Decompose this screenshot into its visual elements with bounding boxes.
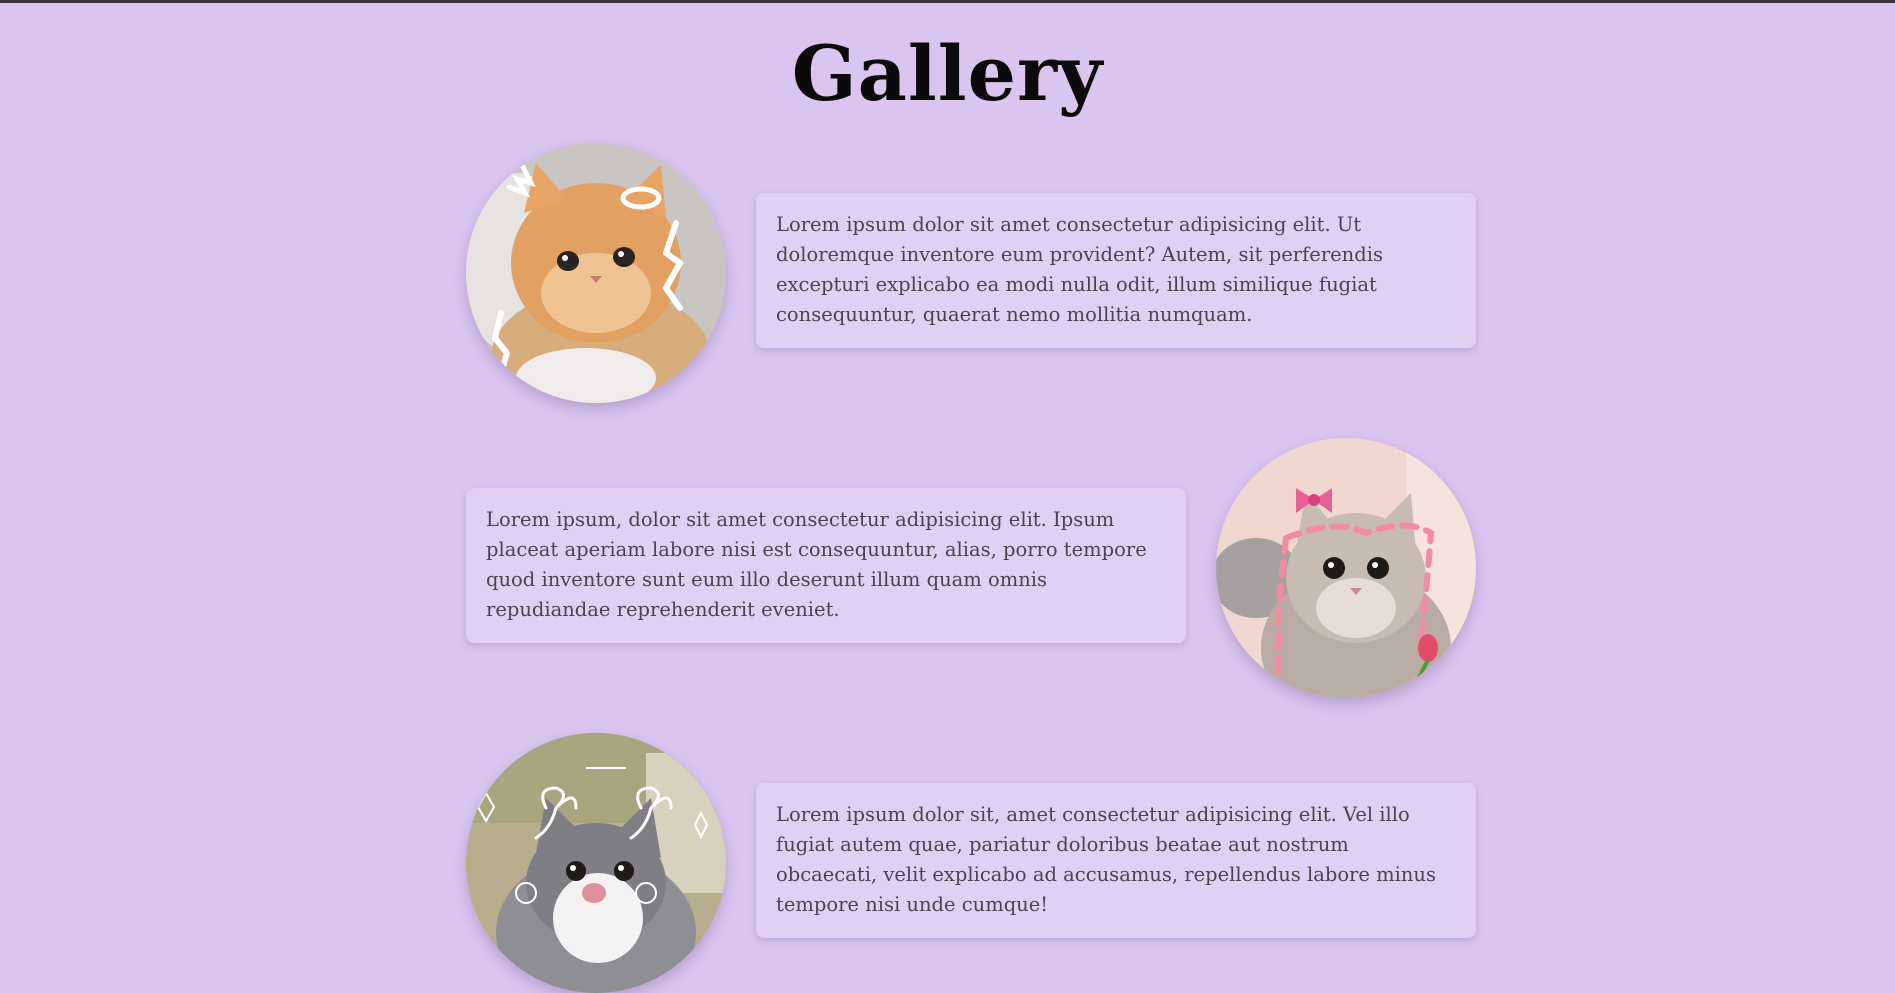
- gallery-item-2: Lorem ipsum, dolor sit amet consectetur …: [466, 438, 1476, 698]
- gallery-item-1: Lorem ipsum dolor sit amet consectetur a…: [466, 143, 1476, 403]
- gallery-item-text-card: Lorem ipsum dolor sit amet consectetur a…: [756, 193, 1476, 348]
- gallery-item-3: Lorem ipsum dolor sit, amet consectetur …: [466, 733, 1476, 993]
- page-title: Gallery: [791, 29, 1104, 118]
- grey-cat-with-bow-photo: [1216, 438, 1476, 698]
- gallery-item-text-card: Lorem ipsum, dolor sit amet consectetur …: [466, 488, 1186, 643]
- orange-kitten-photo: [466, 143, 726, 403]
- gallery-item-text: Lorem ipsum dolor sit amet consectetur a…: [776, 213, 1383, 326]
- gallery-item-text: Lorem ipsum, dolor sit amet consectetur …: [486, 508, 1147, 621]
- tabby-cat-tongue-photo: [466, 733, 726, 993]
- gallery-item-text: Lorem ipsum dolor sit, amet consectetur …: [776, 803, 1436, 916]
- top-border: [0, 0, 1895, 3]
- gallery-item-text-card: Lorem ipsum dolor sit, amet consectetur …: [756, 783, 1476, 938]
